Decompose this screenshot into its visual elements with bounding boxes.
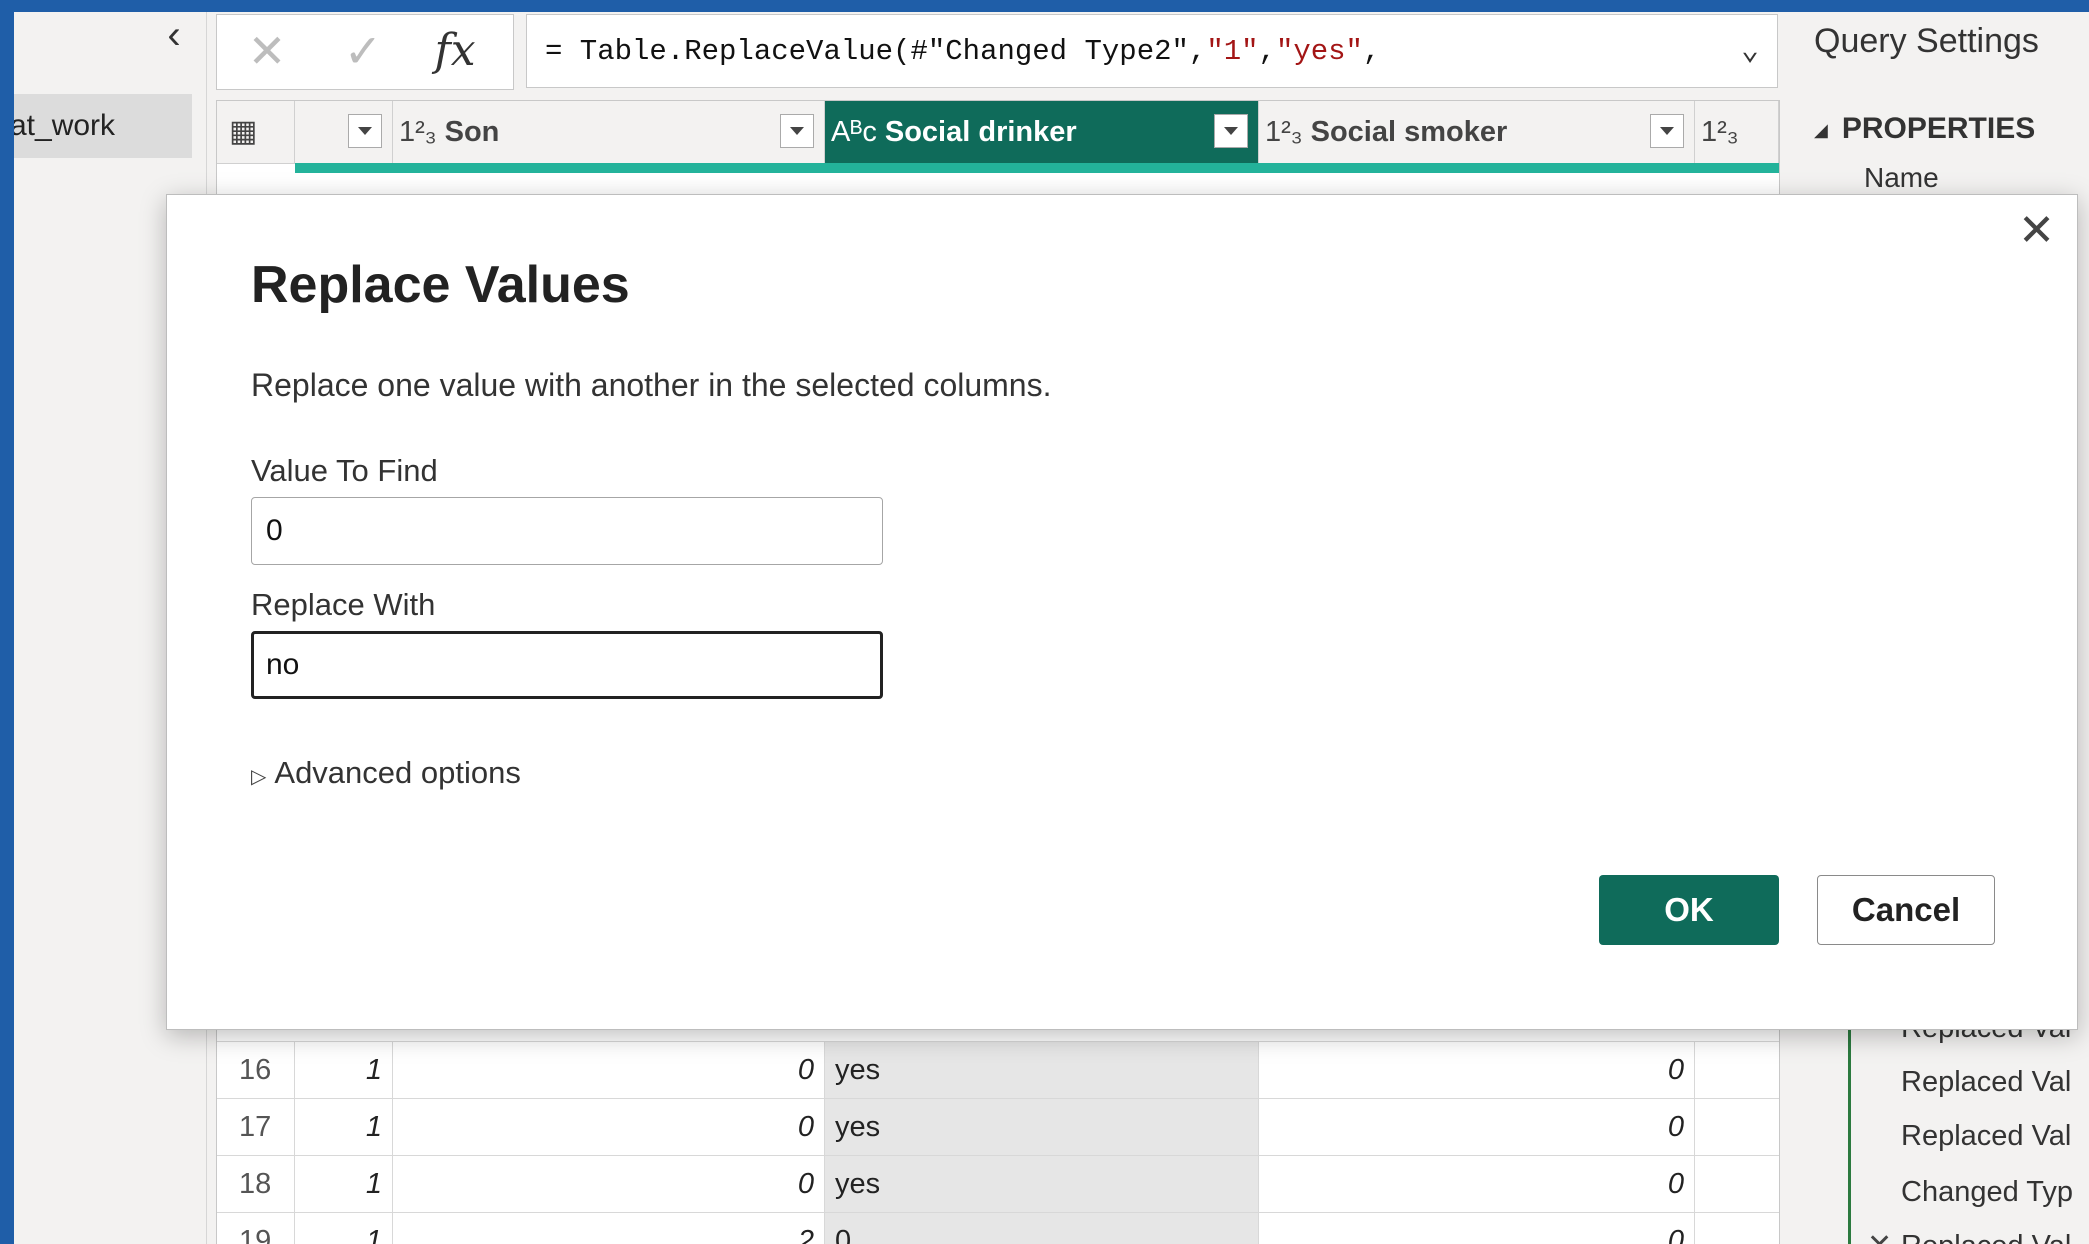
cancel-button[interactable]: Cancel bbox=[1817, 875, 1995, 945]
number-type-icon[interactable]: 1²₃ bbox=[1701, 116, 1739, 148]
table-cell[interactable]: 1 bbox=[295, 1156, 393, 1213]
row-number: 16 bbox=[217, 1042, 295, 1099]
table-cell[interactable]: 0 bbox=[1259, 1042, 1695, 1099]
table-cell[interactable]: 2 bbox=[393, 1213, 825, 1244]
value-to-find-input[interactable]: 0 bbox=[251, 497, 883, 565]
table-row: 17 1 0 yes 0 bbox=[217, 1098, 1779, 1156]
commit-formula-icon[interactable]: ✓ bbox=[333, 23, 393, 79]
delete-step-icon[interactable]: ✕ bbox=[1867, 1228, 1892, 1244]
close-icon[interactable]: ✕ bbox=[2018, 209, 2055, 253]
table-cell[interactable]: 1 bbox=[295, 1099, 393, 1156]
advanced-options-toggle[interactable]: ▷ Advanced options bbox=[251, 755, 521, 791]
column-name: Social drinker bbox=[884, 116, 1077, 148]
column-name: Social smoker bbox=[1310, 116, 1508, 148]
table-cell[interactable]: 0 bbox=[1259, 1099, 1695, 1156]
number-type-icon[interactable]: 1²₃ bbox=[1265, 116, 1303, 148]
table-cell[interactable]: 1 bbox=[295, 1042, 393, 1099]
table-cell[interactable]: yes bbox=[825, 1042, 1259, 1099]
replace-values-dialog: ✕ Replace Values Replace one value with … bbox=[166, 194, 2078, 1030]
expand-triangle-icon: ▷ bbox=[251, 766, 267, 788]
table-cell[interactable]: yes bbox=[825, 1156, 1259, 1213]
table-cell[interactable]: 0 bbox=[393, 1099, 825, 1156]
name-label: Name bbox=[1864, 162, 1939, 193]
row-number: 19 bbox=[217, 1213, 295, 1244]
column-header-son[interactable]: 1²₃ Son bbox=[393, 101, 825, 163]
properties-label: PROPERTIES bbox=[1841, 112, 2036, 145]
table-row: 18 1 0 yes 0 bbox=[217, 1155, 1779, 1213]
number-type-icon[interactable]: 1²₃ bbox=[399, 116, 437, 148]
advanced-options-label: Advanced options bbox=[274, 755, 521, 790]
ok-button[interactable]: OK bbox=[1599, 875, 1779, 945]
table-cell[interactable]: 0 bbox=[825, 1213, 1259, 1244]
column-filter-dropdown-icon[interactable] bbox=[348, 114, 382, 148]
applied-step[interactable]: Replaced Val bbox=[1901, 1066, 2071, 1099]
column-header-next[interactable]: 1²₃ bbox=[1695, 101, 1779, 163]
row-number: 17 bbox=[217, 1099, 295, 1156]
applied-step-selected[interactable]: Replaced Val bbox=[1901, 1230, 2071, 1244]
table-cell[interactable]: 0 bbox=[1259, 1213, 1695, 1244]
table-icon[interactable]: ▦ bbox=[229, 115, 273, 149]
formula-arg-find: "1" bbox=[1206, 35, 1259, 68]
column-header-social-drinker[interactable]: Aᴮc Social drinker bbox=[825, 101, 1259, 163]
column-header-prev[interactable] bbox=[295, 101, 393, 163]
collapse-queries-icon[interactable]: ‹ bbox=[154, 15, 194, 58]
expand-formula-icon[interactable]: ⌄ bbox=[1741, 15, 1759, 87]
applied-step[interactable]: Changed Typ bbox=[1901, 1176, 2073, 1209]
table-cell[interactable]: 1 bbox=[295, 1213, 393, 1244]
cancel-formula-icon[interactable]: ✕ bbox=[237, 23, 297, 79]
column-quality-bar bbox=[295, 163, 1779, 173]
formula-sep: , bbox=[1258, 35, 1276, 68]
power-query-editor: ‹ at_work ✕ ✓ fx = Table.ReplaceValue(#"… bbox=[14, 12, 2089, 1244]
column-header-social-smoker[interactable]: 1²₃ Social smoker bbox=[1259, 101, 1695, 163]
formula-prefix: = Table.ReplaceValue(#"Changed Type2", bbox=[545, 35, 1207, 68]
table-cell[interactable]: 0 bbox=[393, 1156, 825, 1213]
text-type-icon[interactable]: Aᴮc bbox=[831, 116, 877, 148]
formula-input[interactable]: = Table.ReplaceValue(#"Changed Type2","1… bbox=[526, 14, 1778, 88]
formula-suffix: , bbox=[1362, 35, 1381, 68]
column-name: Son bbox=[444, 116, 500, 148]
table-row: 16 1 0 yes 0 bbox=[217, 1041, 1779, 1099]
value-to-find-label: Value To Find bbox=[251, 453, 438, 488]
formula-buttons: ✕ ✓ fx bbox=[216, 14, 514, 90]
table-cell[interactable]: yes bbox=[825, 1099, 1259, 1156]
table-menu[interactable]: ▦ bbox=[217, 101, 295, 163]
dialog-description: Replace one value with another in the se… bbox=[251, 367, 1052, 403]
social-smoker-filter-dropdown-icon[interactable] bbox=[1650, 114, 1684, 148]
formula-arg-replace: "yes" bbox=[1275, 35, 1363, 68]
replace-with-label: Replace With bbox=[251, 587, 436, 622]
fx-icon[interactable]: fx bbox=[425, 23, 485, 79]
table-cell[interactable]: 0 bbox=[393, 1042, 825, 1099]
table-row: 19 1 2 0 0 bbox=[217, 1212, 1779, 1244]
collapse-triangle-icon: ◢ bbox=[1814, 119, 1828, 140]
column-header-row: ▦ 1²₃ Son Aᴮc Social drinker 1²₃ Social smo… bbox=[217, 101, 1779, 164]
replace-with-input[interactable]: no bbox=[251, 631, 883, 699]
query-settings-title: Query Settings bbox=[1814, 22, 2039, 60]
query-item-selected[interactable]: at_work bbox=[14, 94, 192, 158]
applied-step[interactable]: Replaced Val bbox=[1901, 1120, 2071, 1153]
applied-steps-list: Replaced Val Replaced Val Replaced Val C… bbox=[1848, 1012, 2089, 1244]
row-number: 18 bbox=[217, 1156, 295, 1213]
table-cell[interactable]: 0 bbox=[1259, 1156, 1695, 1213]
properties-section[interactable]: ◢ PROPERTIES bbox=[1814, 112, 2035, 146]
social-drinker-filter-dropdown-icon[interactable] bbox=[1214, 114, 1248, 148]
dialog-title: Replace Values bbox=[251, 256, 630, 314]
son-filter-dropdown-icon[interactable] bbox=[780, 114, 814, 148]
